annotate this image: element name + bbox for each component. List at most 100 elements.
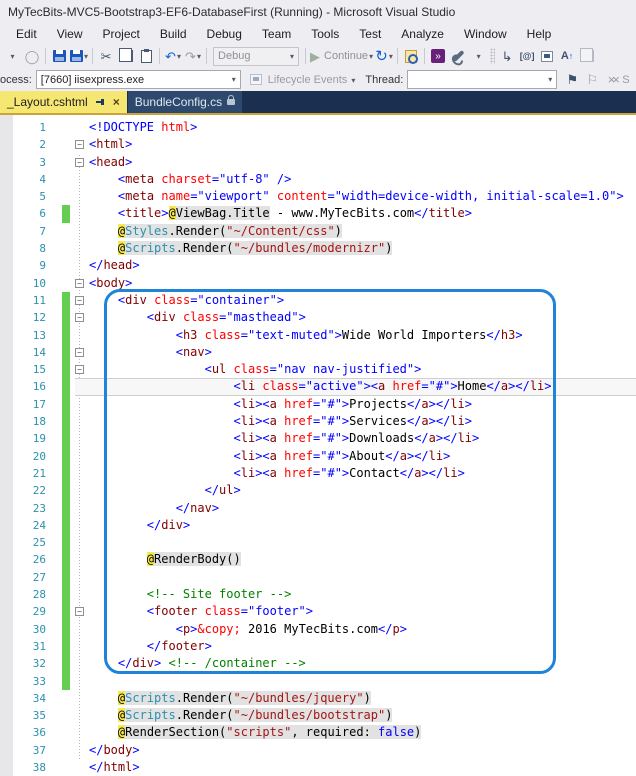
menu-item-tools[interactable]: Tools xyxy=(301,25,349,43)
flag-outline-button[interactable]: ⚐ xyxy=(583,70,601,90)
fold-collapse-icon[interactable]: − xyxy=(75,140,84,150)
menu-item-build[interactable]: Build xyxy=(150,25,197,43)
settings-button[interactable] xyxy=(449,46,467,66)
close-icon[interactable]: × xyxy=(113,96,120,108)
code-line[interactable]: 35 @Scripts.Render("~/bundles/bootstrap"… xyxy=(0,707,636,724)
code-text: <p>&copy; 2016 MyTecBits.com</p> xyxy=(175,621,407,636)
menu-item-debug[interactable]: Debug xyxy=(197,25,252,43)
pin-icon[interactable] xyxy=(95,97,106,107)
continue-button[interactable]: ▶ Continue ▾ xyxy=(310,46,373,66)
menu-item-help[interactable]: Help xyxy=(517,25,562,43)
code-editor[interactable]: 1 <!DOCTYPE html> 2− <html> 3− <head> 4 <meta … xyxy=(0,115,636,776)
code-line[interactable]: 20 <li><a href="#">About</a></li> xyxy=(0,447,636,465)
code-line[interactable]: 25 xyxy=(0,534,636,552)
code-line[interactable]: 21 <li><a href="#">Contact</a></li> xyxy=(0,464,636,483)
line-number: 21 xyxy=(32,466,46,480)
show-next-statement-button[interactable]: ↳ xyxy=(498,46,516,66)
change-tracking-bar xyxy=(62,154,70,171)
code-line[interactable]: 34 @Scripts.Render("~/bundles/jquery") xyxy=(0,690,636,707)
code-line[interactable]: 23 </nav> xyxy=(0,499,636,517)
fold-collapse-icon[interactable]: − xyxy=(75,313,84,323)
code-line[interactable]: 33 xyxy=(0,672,636,690)
code-line[interactable]: 1 <!DOCTYPE html> xyxy=(0,119,636,136)
navigate-button[interactable]: A↑ xyxy=(558,46,576,66)
code-line[interactable]: 4 <meta charset="utf-8" /> xyxy=(0,171,636,188)
fold-collapse-icon[interactable]: − xyxy=(75,365,84,375)
bookmark-button[interactable] xyxy=(538,46,556,66)
redo-button[interactable]: ↷ ▾ xyxy=(184,46,202,66)
code-line[interactable]: 19 <li><a href="#">Downloads</a></li> xyxy=(0,430,636,448)
code-line[interactable]: 2 − <html> xyxy=(0,136,636,153)
fold-collapse-icon[interactable]: − xyxy=(75,295,84,305)
fold-collapse-icon[interactable]: − xyxy=(75,347,84,357)
change-tracking-bar xyxy=(62,464,70,483)
code-line[interactable]: 17 <li><a href="#">Projects</a></li> xyxy=(0,395,636,414)
code-line[interactable]: 31 </footer> xyxy=(0,637,636,656)
code-line[interactable]: 15 − <ul class="nav nav-justified"> xyxy=(0,361,636,379)
suspend-events-button[interactable] xyxy=(247,70,265,90)
code-text: <div class="container"> xyxy=(117,292,285,307)
code-line[interactable]: 37 </body> xyxy=(0,742,636,759)
save-all-button[interactable]: ▾ xyxy=(70,46,88,66)
tab-layout-cshtml[interactable]: _Layout.cshtml × xyxy=(0,91,127,113)
flag-filter-button[interactable]: ⚑ xyxy=(563,70,581,90)
fold-collapse-icon[interactable]: − xyxy=(75,157,84,167)
code-line[interactable]: 7 @Styles.Render("~/Content/css") xyxy=(0,223,636,240)
code-line[interactable]: 13 <h3 class="text-muted">Wide World Imp… xyxy=(0,326,636,344)
code-line[interactable]: 6 <title>@ViewBag.Title - www.MyTecBits.… xyxy=(0,205,636,223)
save-button[interactable] xyxy=(50,46,68,66)
process-combo[interactable]: [7660] iisexpress.exe ▾ xyxy=(35,70,241,89)
toolbar-drag-handle[interactable] xyxy=(490,48,496,64)
code-line[interactable]: 11 − <div class="container"> xyxy=(0,291,636,310)
menu-item-analyze[interactable]: Analyze xyxy=(391,25,454,43)
copy-disabled-button[interactable] xyxy=(578,46,596,66)
find-in-files-button[interactable] xyxy=(402,46,420,66)
code-line[interactable]: 32 </div> <!-- /container --> xyxy=(0,655,636,673)
code-line[interactable]: 26 @RenderBody() xyxy=(0,551,636,569)
menu-item-team[interactable]: Team xyxy=(252,25,301,43)
menu-item-edit[interactable]: Edit xyxy=(6,25,47,43)
solution-configuration-combo[interactable]: Debug ▾ xyxy=(213,46,300,66)
code-line[interactable]: 38 </html> xyxy=(0,759,636,776)
menu-item-window[interactable]: Window xyxy=(454,25,517,43)
code-line[interactable]: 16 <li class="active"><a href="#">Home</… xyxy=(0,378,636,396)
toolbar-separator xyxy=(92,48,94,64)
code-line[interactable]: 29 − <footer class="footer"> xyxy=(0,603,636,621)
code-line[interactable]: 30 <p>&copy; 2016 MyTecBits.com</p> xyxy=(0,620,636,638)
step-arrow-icon: ↳ xyxy=(501,48,513,64)
attribute-button[interactable]: [@] xyxy=(518,46,536,66)
code-line[interactable]: 5 <meta name="viewport" content="width=d… xyxy=(0,188,636,205)
code-line[interactable]: 14 − <nav> xyxy=(0,343,636,362)
toolbar-options-button[interactable]: ▾ xyxy=(469,46,487,66)
code-line[interactable]: 12 − <div class="masthead"> xyxy=(0,309,636,327)
attribute-icon: [@] xyxy=(519,51,535,61)
code-text: @RenderSection("scripts", required: fals… xyxy=(117,725,422,740)
lifecycle-events-button[interactable]: Lifecycle Events ▾ xyxy=(268,74,356,86)
code-line[interactable]: 3 − <head> xyxy=(0,154,636,171)
toolbar-overflow-button[interactable]: ▾ xyxy=(3,46,21,66)
code-line[interactable]: 24 </div> xyxy=(0,516,636,535)
fold-collapse-icon[interactable]: − xyxy=(75,278,84,288)
menu-item-project[interactable]: Project xyxy=(92,25,149,43)
toggle-crossed-button[interactable]: ×× xyxy=(603,70,621,90)
code-line[interactable]: 36 @RenderSection("scripts", required: f… xyxy=(0,724,636,741)
menu-item-test[interactable]: Test xyxy=(349,25,391,43)
code-line[interactable]: 8 @Scripts.Render("~/bundles/modernizr") xyxy=(0,240,636,257)
code-line[interactable]: 28 <!-- Site footer --> xyxy=(0,586,636,604)
code-line[interactable]: 27 xyxy=(0,568,636,587)
copy-button[interactable] xyxy=(117,46,135,66)
intellitrace-button[interactable]: » xyxy=(429,46,447,66)
code-line[interactable]: 22 </ul> xyxy=(0,482,636,500)
fold-collapse-icon[interactable]: − xyxy=(75,607,84,617)
menu-item-view[interactable]: View xyxy=(47,25,93,43)
undo-button[interactable]: ↶ ▾ xyxy=(164,46,182,66)
code-line[interactable]: 9 </head> xyxy=(0,257,636,274)
cut-button[interactable]: ✂ xyxy=(97,46,115,66)
restart-button[interactable]: ↻ ▾ xyxy=(375,46,393,66)
paste-button[interactable] xyxy=(137,46,155,66)
code-line[interactable]: 10 − <body> xyxy=(0,275,636,292)
tab-bundleconfig-cs[interactable]: BundleConfig.cs xyxy=(127,91,243,113)
navigate-backward-icon[interactable]: ◯ xyxy=(23,46,41,66)
code-line[interactable]: 18 <li><a href="#">Services</a></li> xyxy=(0,413,636,431)
thread-combo[interactable]: ▾ xyxy=(407,70,558,89)
